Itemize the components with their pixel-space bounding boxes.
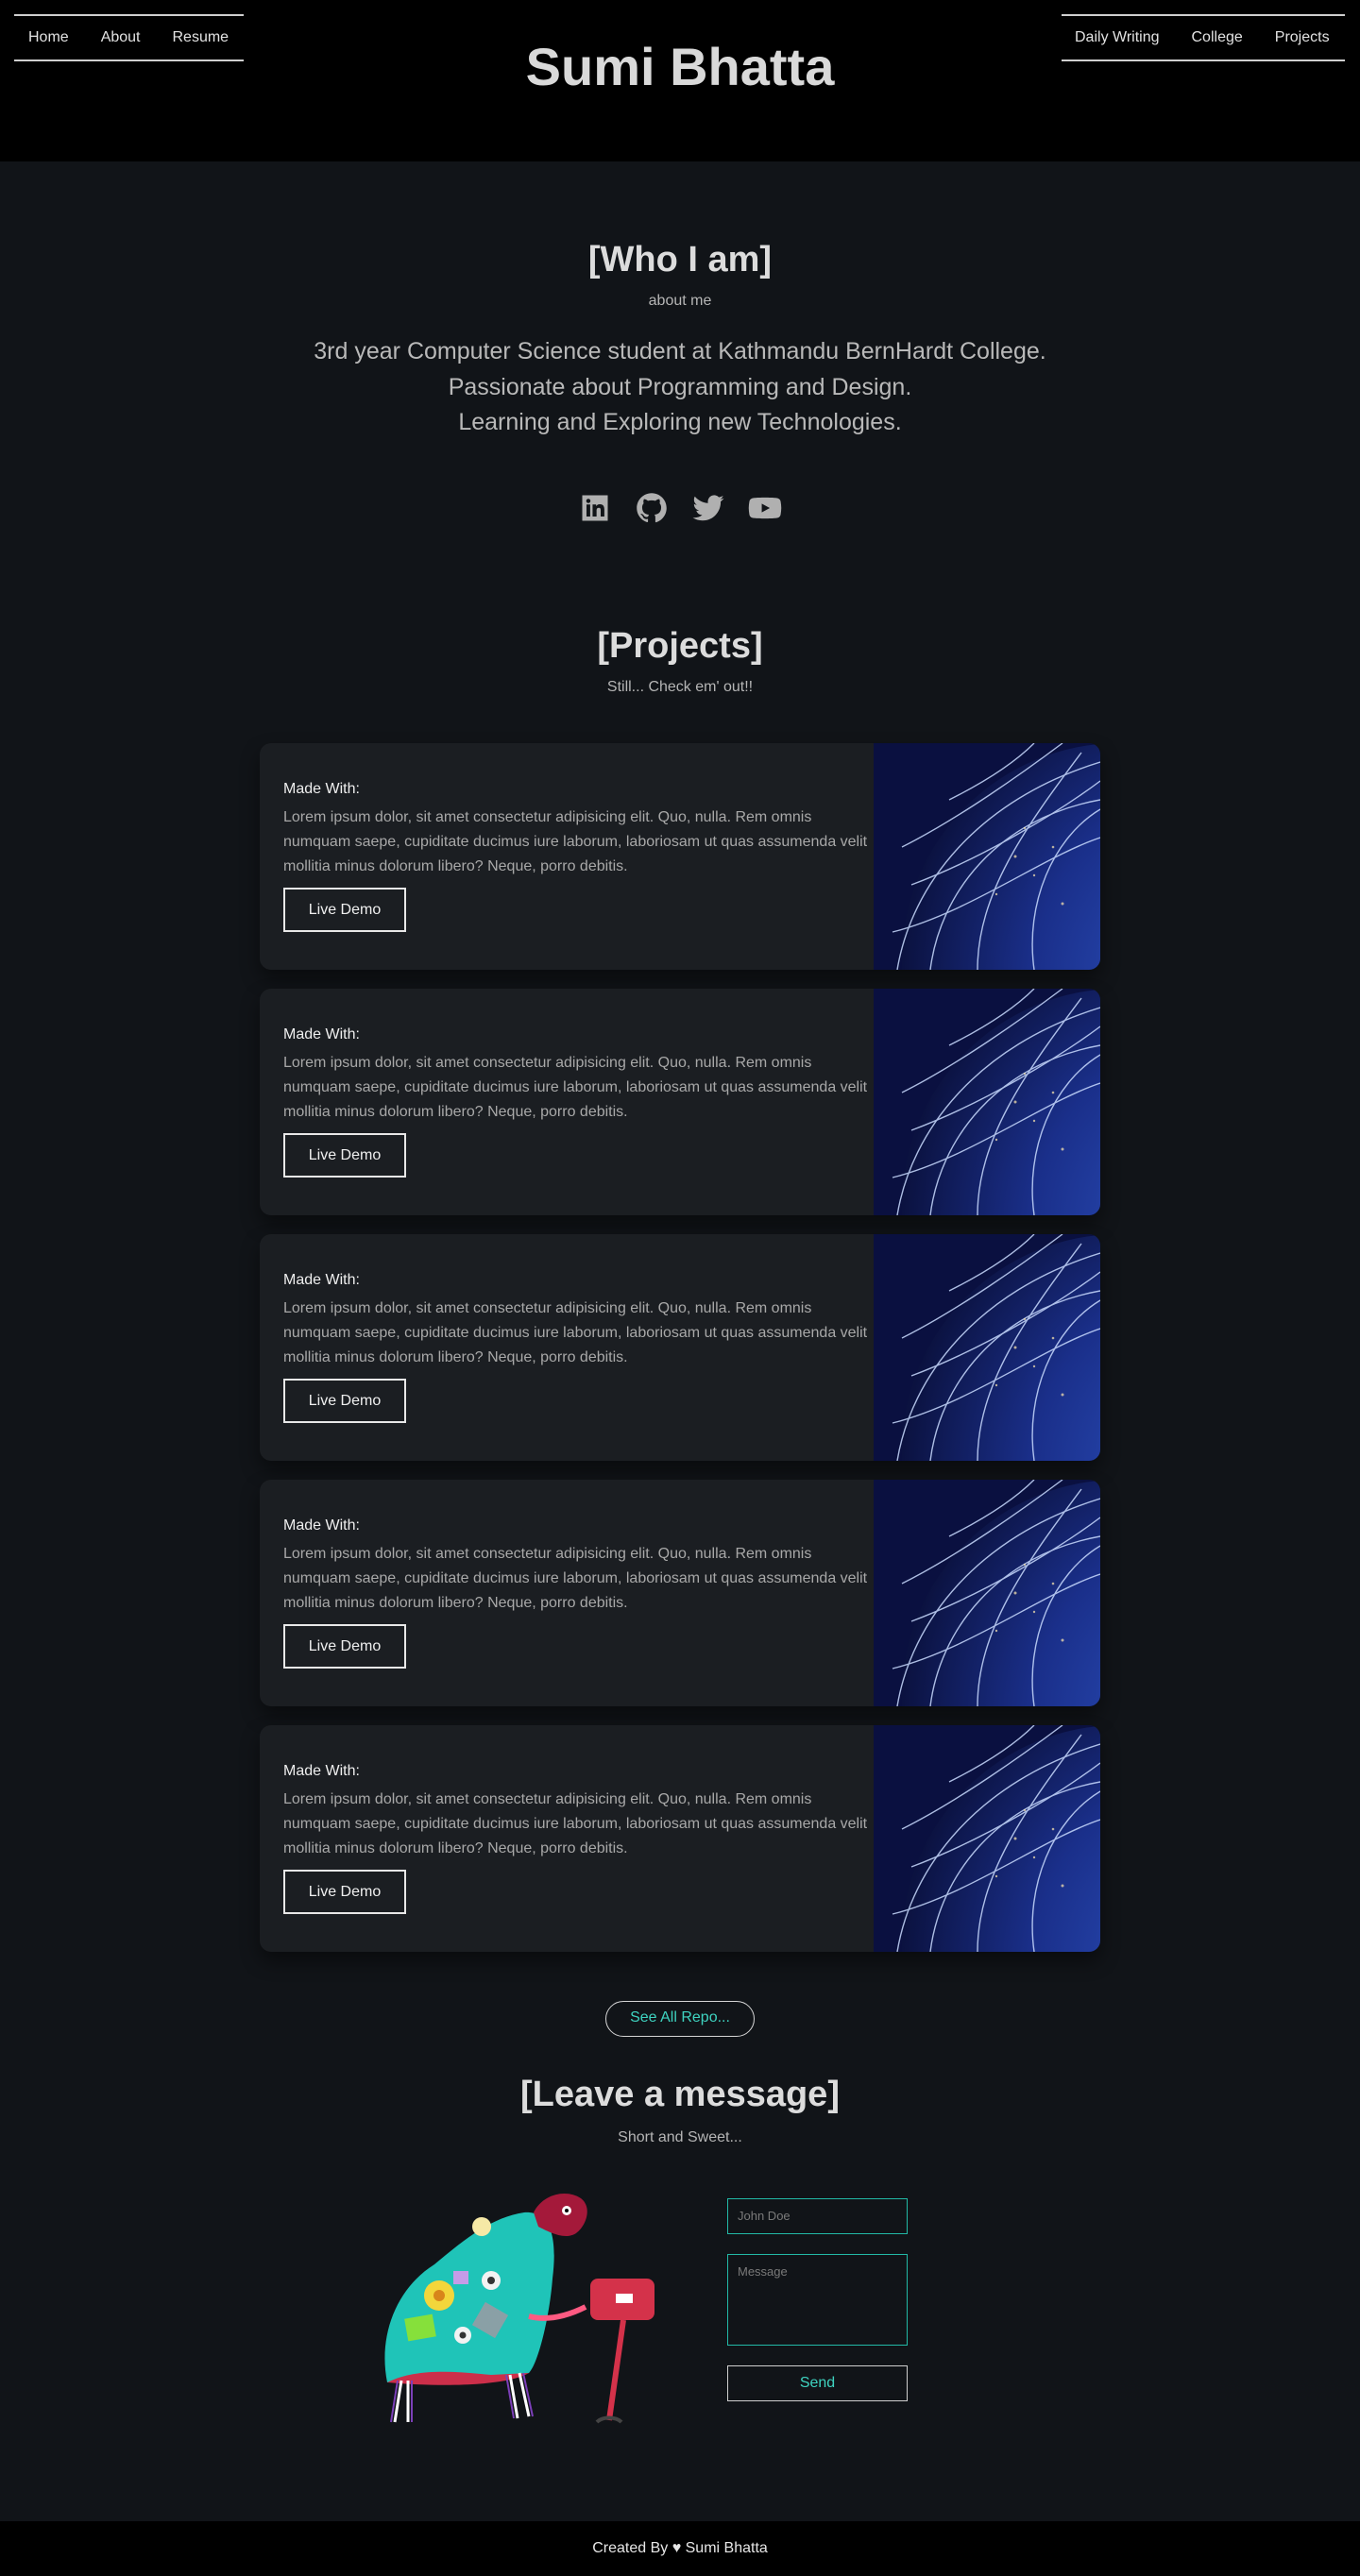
project-description: Lorem ipsum dolor, sit amet consectetur … xyxy=(283,1545,868,1611)
project-card: Made With: Lorem ipsum dolor, sit amet c… xyxy=(260,988,1100,1215)
made-with-label: Made With: xyxy=(283,1025,360,1042)
nav-right: Daily Writing College Projects xyxy=(1062,14,1345,61)
live-demo-button[interactable]: Live Demo xyxy=(283,1869,406,1914)
globe-network-image xyxy=(874,742,1100,970)
live-demo-button[interactable]: Live Demo xyxy=(283,1132,406,1178)
youtube-icon[interactable] xyxy=(748,491,782,525)
nav-projects-link[interactable]: Projects xyxy=(1275,29,1330,46)
contact-section: [Leave a message] Short and Sweet... xyxy=(0,2072,1360,2146)
live-demo-button[interactable]: Live Demo xyxy=(283,1623,406,1669)
bio: 3rd year Computer Science student at Kat… xyxy=(0,334,1360,441)
project-card-body: Made With: Lorem ipsum dolor, sit amet c… xyxy=(283,1517,878,1669)
nav-college-link[interactable]: College xyxy=(1192,29,1243,46)
see-all-repo-button[interactable]: See All Repo... xyxy=(605,2000,755,2037)
made-with-label: Made With: xyxy=(283,1762,360,1779)
made-with-label: Made With: xyxy=(283,780,360,797)
bio-line: Learning and Exploring new Technologies. xyxy=(458,409,902,435)
project-card-body: Made With: Lorem ipsum dolor, sit amet c… xyxy=(283,1026,878,1178)
message-textarea[interactable]: Message xyxy=(727,2253,908,2346)
main-content: [Who I am] about me 3rd year Computer Sc… xyxy=(0,161,1360,2521)
project-description: Lorem ipsum dolor, sit amet consectetur … xyxy=(283,1790,868,1856)
project-card-body: Made With: Lorem ipsum dolor, sit amet c… xyxy=(283,1272,878,1423)
made-with-label: Made With: xyxy=(283,1517,360,1534)
send-button[interactable]: Send xyxy=(727,2364,908,2401)
footer: Created By ♥ Sumi Bhatta xyxy=(0,2521,1360,2576)
project-card: Made With: Lorem ipsum dolor, sit amet c… xyxy=(260,1233,1100,1461)
projects-section: [Projects] Still... Check em' out!! xyxy=(0,623,1360,696)
projects-title: [Projects] xyxy=(597,625,763,666)
project-card-body: Made With: Lorem ipsum dolor, sit amet c… xyxy=(283,1763,878,1914)
repo-wrap: See All Repo... xyxy=(0,2000,1360,2037)
about-section: [Who I am] about me 3rd year Computer Sc… xyxy=(0,161,1360,525)
site-header: Home About Resume Sumi Bhatta Daily Writ… xyxy=(0,0,1360,161)
globe-network-image xyxy=(874,1724,1100,1952)
github-icon[interactable] xyxy=(635,491,669,525)
made-with-label: Made With: xyxy=(283,1271,360,1288)
page: Home About Resume Sumi Bhatta Daily Writ… xyxy=(0,0,1360,2576)
bio-line: Passionate about Programming and Design. xyxy=(448,373,912,400)
live-demo-button[interactable]: Live Demo xyxy=(283,887,406,932)
project-cards: Made With: Lorem ipsum dolor, sit amet c… xyxy=(0,742,1360,1952)
project-description: Lorem ipsum dolor, sit amet consectetur … xyxy=(283,808,868,874)
globe-network-image xyxy=(874,1233,1100,1461)
project-card: Made With: Lorem ipsum dolor, sit amet c… xyxy=(260,1724,1100,1952)
contact-area: John Doe Message Send xyxy=(0,2156,1360,2458)
project-card: Made With: Lorem ipsum dolor, sit amet c… xyxy=(260,1479,1100,1706)
mailbox-creature-illustration xyxy=(384,2193,654,2424)
contact-subtitle: Short and Sweet... xyxy=(618,2128,742,2145)
name-input[interactable]: John Doe xyxy=(727,2197,908,2234)
message-form: John Doe Message Send xyxy=(727,2197,908,2401)
linkedin-icon[interactable] xyxy=(578,491,612,525)
project-card-body: Made With: Lorem ipsum dolor, sit amet c… xyxy=(283,781,878,932)
nav-daily-writing-link[interactable]: Daily Writing xyxy=(1075,29,1160,46)
contact-title: [Leave a message] xyxy=(520,2074,840,2114)
project-card: Made With: Lorem ipsum dolor, sit amet c… xyxy=(260,742,1100,970)
twitter-icon[interactable] xyxy=(691,491,725,525)
globe-network-image xyxy=(874,988,1100,1215)
about-subtitle: about me xyxy=(648,293,712,309)
about-title: [Who I am] xyxy=(587,240,773,280)
project-description: Lorem ipsum dolor, sit amet consectetur … xyxy=(283,1299,868,1365)
social-links xyxy=(0,491,1360,525)
globe-network-image xyxy=(874,1479,1100,1706)
projects-subtitle: Still... Check em' out!! xyxy=(606,678,754,695)
bio-line: 3rd year Computer Science student at Kat… xyxy=(314,338,1046,364)
project-description: Lorem ipsum dolor, sit amet consectetur … xyxy=(283,1054,868,1120)
live-demo-button[interactable]: Live Demo xyxy=(283,1378,406,1423)
